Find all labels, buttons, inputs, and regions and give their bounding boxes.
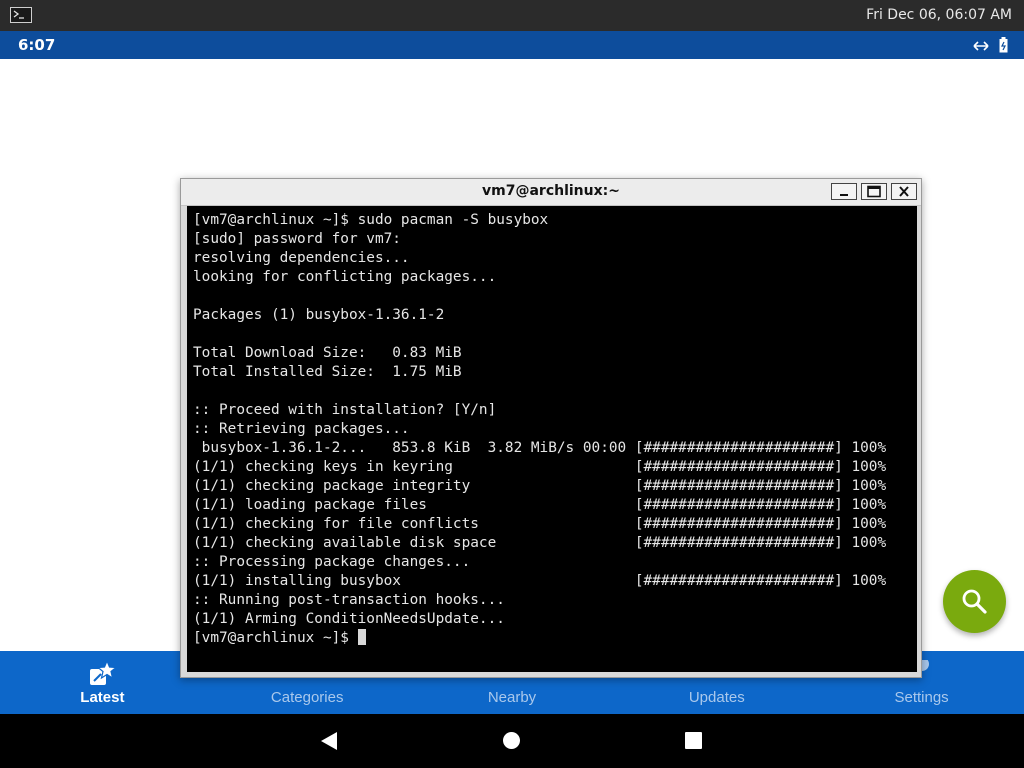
terminal-cursor — [357, 629, 366, 645]
nav-label-settings: Settings — [894, 689, 949, 706]
terminal-line: (1/1) Arming ConditionNeedsUpdate... — [193, 611, 505, 627]
battery-icon — [999, 37, 1008, 57]
terminal-window[interactable]: vm7@archlinux:~ [vm7@archlinux ~]$ sudo … — [180, 178, 922, 678]
terminal-line: (1/1) checking for file conflicts [#####… — [193, 516, 887, 532]
nav-item-latest[interactable]: Latest — [0, 651, 205, 714]
nav-label-categories: Categories — [270, 689, 344, 706]
terminal-line: looking for conflicting packages... — [193, 269, 497, 285]
terminal-line: busybox-1.36.1-2... 853.8 KiB 3.82 MiB/s… — [193, 440, 887, 456]
search-icon — [962, 589, 987, 614]
back-icon[interactable] — [320, 731, 338, 755]
terminal-line: Packages (1) busybox-1.36.1-2 — [193, 307, 445, 323]
terminal-line: Total Download Size: 0.83 MiB — [193, 345, 462, 361]
search-fab[interactable] — [943, 570, 1006, 633]
terminal-line: (1/1) installing busybox [##############… — [193, 573, 887, 589]
terminal-line: resolving dependencies... — [193, 250, 410, 266]
maximize-icon — [867, 185, 881, 198]
terminal-icon[interactable] — [10, 7, 32, 23]
terminal-line: [sudo] password for vm7: — [193, 231, 401, 247]
terminal-line: :: Running post-transaction hooks... — [193, 592, 505, 608]
nav-label-nearby: Nearby — [487, 689, 537, 706]
terminal-line: (1/1) checking package integrity [######… — [193, 478, 887, 494]
minimize-icon — [840, 194, 848, 196]
desktop-clock: Fri Dec 06, 06:07 AM — [866, 7, 1012, 23]
terminal-line: :: Processing package changes... — [193, 554, 471, 570]
latest-icon — [87, 659, 118, 692]
terminal-title: vm7@archlinux:~ — [482, 183, 620, 199]
recents-icon[interactable] — [685, 732, 702, 749]
system-navigation-bar — [0, 714, 1024, 768]
terminal-line: (1/1) loading package files [###########… — [193, 497, 887, 513]
maximize-button[interactable] — [861, 183, 887, 200]
minimize-button[interactable] — [831, 183, 857, 200]
terminal-titlebar[interactable]: vm7@archlinux:~ — [181, 179, 921, 206]
terminal-screen[interactable]: [vm7@archlinux ~]$ sudo pacman -S busybo… — [187, 206, 917, 672]
nav-label-latest: Latest — [80, 689, 125, 706]
terminal-prompt: [vm7@archlinux ~]$ — [193, 630, 358, 646]
home-icon[interactable] — [503, 732, 520, 749]
close-button[interactable] — [891, 183, 917, 200]
terminal-line: :: Proceed with installation? [Y/n] — [193, 402, 497, 418]
desktop-top-bar: Fri Dec 06, 06:07 AM — [0, 0, 1024, 31]
nav-label-updates: Updates — [688, 689, 745, 706]
android-status-bar: 6:07 — [0, 31, 1024, 59]
close-icon — [899, 186, 909, 197]
terminal-line: (1/1) checking keys in keyring [########… — [193, 459, 887, 475]
terminal-line: :: Retrieving packages... — [193, 421, 410, 437]
network-icon — [972, 38, 990, 57]
terminal-line: (1/1) checking available disk space [###… — [193, 535, 887, 551]
terminal-line: Total Installed Size: 1.75 MiB — [193, 364, 462, 380]
terminal-line: [vm7@archlinux ~]$ sudo pacman -S busybo… — [193, 212, 549, 228]
status-time: 6:07 — [18, 36, 56, 54]
terminal-output: [vm7@archlinux ~]$ sudo pacman -S busybo… — [193, 211, 886, 648]
